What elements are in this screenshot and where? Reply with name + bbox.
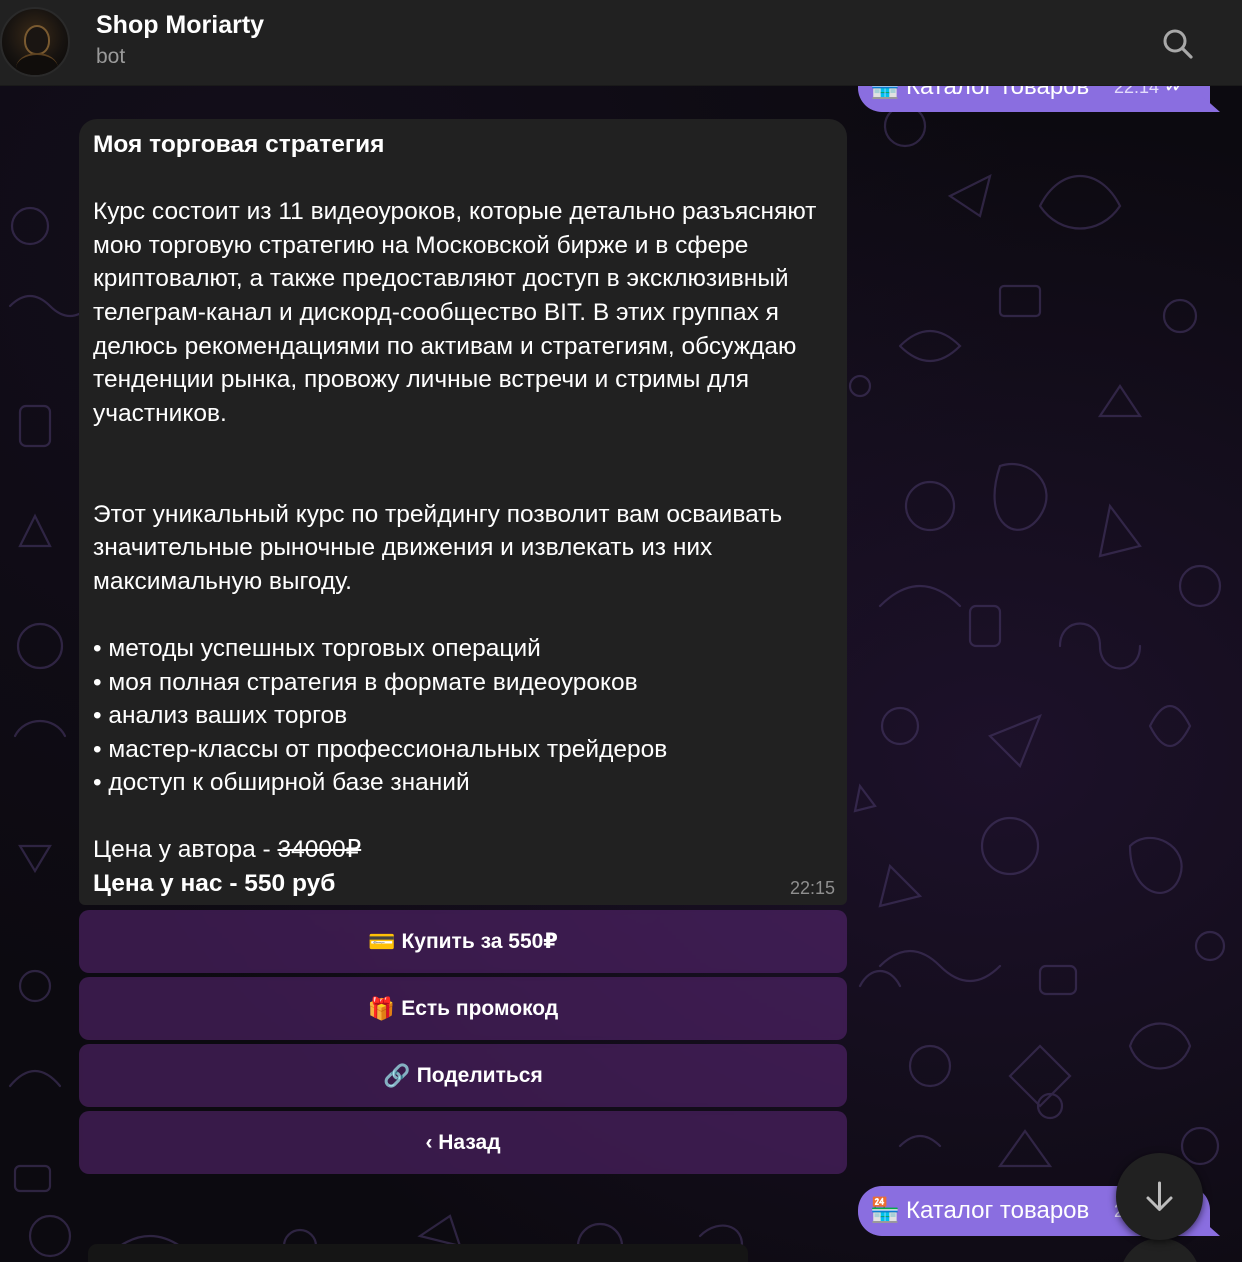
composer-edge: [88, 1244, 748, 1262]
bullet-item: • моя полная стратегия в формате видеоур…: [93, 668, 638, 696]
chat-header: Shop Moriarty bot: [0, 0, 1242, 86]
bullet-item: • мастер-классы от профессиональных трей…: [93, 735, 668, 763]
shop-icon: 🏪: [870, 1197, 900, 1224]
message-text: Каталог товаров: [906, 1197, 1090, 1224]
incoming-message-product[interactable]: Моя торговая стратегия Курс состоит из 1…: [79, 119, 847, 905]
bullet-item: • доступ к обширной базе знаний: [93, 769, 470, 797]
promo-button-label: Есть промокод: [401, 996, 559, 1020]
message-body: Моя торговая стратегия Курс состоит из 1…: [93, 128, 838, 901]
product-title: Моя торговая стратегия: [93, 131, 385, 158]
our-price-line: Цена у нас - 550 руб: [93, 870, 336, 898]
back-button[interactable]: ‹ Назад: [79, 1111, 847, 1174]
bullet-item: • методы успешных торговых операций: [93, 634, 541, 662]
link-icon: 🔗: [383, 1062, 411, 1088]
avatar-figure-head: [24, 25, 50, 55]
chat-title[interactable]: Shop Moriarty: [96, 11, 264, 40]
product-description: Курс состоит из 11 видеоуроков, которые …: [93, 198, 817, 427]
promo-code-button[interactable]: 🎁 Есть промокод: [79, 977, 847, 1040]
chat-subtitle: bot: [96, 45, 126, 68]
scroll-to-bottom-button[interactable]: [1116, 1153, 1203, 1240]
avatar-figure-body: [16, 53, 58, 75]
back-button-label: ‹ Назад: [425, 1130, 501, 1154]
arrow-down-icon: [1146, 1181, 1173, 1211]
search-icon: [1163, 29, 1193, 59]
buy-button-label: Купить за 550₽: [401, 930, 558, 953]
share-button[interactable]: 🔗 Поделиться: [79, 1044, 847, 1107]
search-button[interactable]: [1156, 22, 1200, 66]
message-time: 22:15: [789, 878, 835, 898]
gift-icon: 🎁: [367, 995, 396, 1021]
buy-button[interactable]: 💳 Купить за 550₽: [79, 910, 847, 973]
author-price-label: Цена у автора -: [93, 836, 278, 864]
bullet-item: • анализ ваших торгов: [93, 702, 348, 730]
author-price-value: 34000₽: [277, 836, 362, 864]
share-button-label: Поделиться: [416, 1063, 543, 1087]
author-price-line: Цена у автора - 34000₽: [93, 833, 838, 867]
bot-avatar[interactable]: [0, 7, 70, 77]
telegram-chat-window: Shop Moriarty bot 🏪 Каталог товаров 22:1…: [0, 0, 1242, 1262]
credit-card-icon: 💳: [368, 928, 396, 954]
product-summary: Этот уникальный курс по трейдингу позвол…: [93, 500, 783, 595]
